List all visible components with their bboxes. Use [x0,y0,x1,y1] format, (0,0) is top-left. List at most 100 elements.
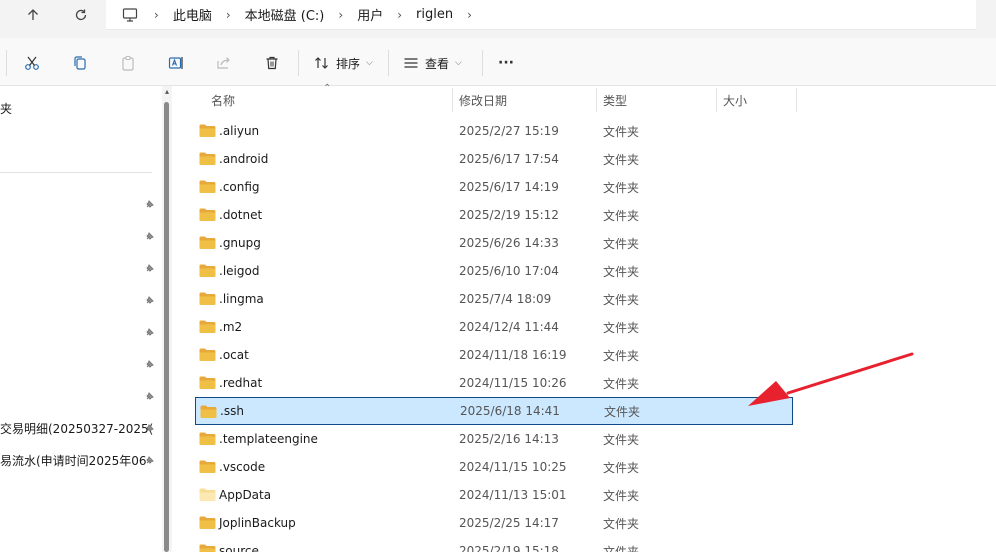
toolbar-divider [482,50,483,76]
column-header-modified[interactable]: 修改日期 [459,86,507,114]
file-type: 文件夹 [603,264,640,279]
column-divider[interactable] [716,88,717,112]
scrollbar-thumb[interactable] [164,102,169,552]
folder-icon [199,516,216,529]
folder-icon [199,348,216,361]
file-row[interactable]: AppData 2024/11/13 15:01 文件夹 [195,481,793,509]
file-modified-date: 2025/2/25 14:17 [459,516,559,530]
folder-icon [199,180,216,193]
sort-menu-button[interactable]: 排序 ⌵ [314,52,373,74]
folder-icon [199,544,216,552]
chevron-down-icon: ⌵ [455,58,462,68]
file-row[interactable]: .redhat 2024/11/15 10:26 文件夹 [195,369,793,397]
copy-icon[interactable] [69,52,91,74]
pin-icon[interactable] [144,294,156,306]
file-modified-date: 2025/2/19 15:12 [459,208,559,222]
file-name: AppData [219,488,272,502]
delete-icon[interactable] [261,52,283,74]
quick-access-item[interactable]: 交易明细(20250327-2025( [0,420,153,437]
file-row[interactable]: JoplinBackup 2025/2/25 14:17 文件夹 [195,509,793,537]
rename-icon[interactable] [165,52,187,74]
folder-icon [199,236,216,249]
file-name: source [219,544,259,552]
column-header-size[interactable]: 大小 [723,86,747,114]
pin-icon[interactable] [144,390,156,402]
view-icon [403,56,419,70]
column-divider[interactable] [796,88,797,112]
nav-pane-scrollbar[interactable]: ▴ [162,86,172,552]
navigation-pane: 夹 交易明细(20250327-2025( 易流水(申请时间2025年06 [0,86,160,552]
file-type: 文件夹 [603,208,640,223]
column-divider[interactable] [596,88,597,112]
scroll-up-arrow-icon[interactable]: ▴ [163,88,171,96]
paste-icon[interactable] [117,52,139,74]
folder-icon [199,376,216,389]
file-type: 文件夹 [603,460,640,475]
file-name: .templateengine [219,432,318,446]
pin-icon[interactable] [144,262,156,274]
file-row[interactable]: .vscode 2024/11/15 10:25 文件夹 [195,453,793,481]
toolbar-divider [388,50,389,76]
file-row[interactable]: .config 2025/6/17 14:19 文件夹 [195,173,793,201]
file-type: 文件夹 [603,488,640,503]
folder-icon [199,292,216,305]
sort-ascending-icon: ⌃ [323,83,332,94]
breadcrumb-this-pc[interactable]: 此电脑 [167,5,218,24]
file-modified-date: 2025/6/18 14:41 [460,404,560,418]
file-row[interactable]: .android 2025/6/17 17:54 文件夹 [195,145,793,173]
address-box[interactable]: › 此电脑 › 本地磁盘 (C:) › 用户 › riglen › [106,0,976,30]
pin-icon[interactable] [144,230,156,242]
file-name: .config [219,180,260,194]
quick-access-item[interactable]: 易流水(申请时间2025年06 [0,452,147,469]
sort-icon [314,56,330,70]
file-type: 文件夹 [603,152,640,167]
file-modified-date: 2024/11/15 10:25 [459,460,567,474]
more-options-icon[interactable]: ··· [495,52,517,74]
chevron-right-icon: › [225,7,231,22]
folder-icon [199,488,216,501]
pin-icon[interactable] [144,422,156,434]
view-menu-button[interactable]: 查看 ⌵ [403,52,462,74]
pin-icon[interactable] [144,326,156,338]
column-header-name[interactable]: 名称 [211,86,235,114]
file-row[interactable]: .gnupg 2025/6/26 14:33 文件夹 [195,229,793,257]
breadcrumb-user-folder[interactable]: riglen [410,7,459,22]
pin-icon[interactable] [144,358,156,370]
file-row[interactable]: .ssh 2025/6/18 14:41 文件夹 [195,397,793,425]
file-row[interactable]: .templateengine 2025/2/16 14:13 文件夹 [195,425,793,453]
breadcrumb-users[interactable]: 用户 [351,5,389,24]
sort-label: 排序 [336,56,361,71]
pin-icon[interactable] [144,454,156,466]
file-row[interactable]: .aliyun 2025/2/27 15:19 文件夹 [195,117,793,145]
file-name: .android [219,152,269,166]
file-type: 文件夹 [603,376,640,391]
file-name: .ocat [219,348,249,362]
file-row[interactable]: .m2 2024/12/4 11:44 文件夹 [195,313,793,341]
file-row[interactable]: .leigod 2025/6/10 17:04 文件夹 [195,257,793,285]
file-name: .leigod [219,264,260,278]
file-modified-date: 2025/6/17 17:54 [459,152,559,166]
file-row[interactable]: .dotnet 2025/2/19 15:12 文件夹 [195,201,793,229]
share-icon[interactable] [213,52,235,74]
file-row[interactable]: .lingma 2025/7/4 18:09 文件夹 [195,285,793,313]
column-header-type[interactable]: 类型 [603,86,627,114]
refresh-icon[interactable] [66,4,96,26]
file-name: .vscode [219,460,266,474]
file-row[interactable]: .ocat 2024/11/18 16:19 文件夹 [195,341,793,369]
address-bar-row: › 此电脑 › 本地磁盘 (C:) › 用户 › riglen › [0,0,996,38]
breadcrumb-local-disk[interactable]: 本地磁盘 (C:) [239,5,331,24]
pin-icon[interactable] [144,198,156,210]
file-row[interactable]: source 2025/2/19 15:18 文件夹 [195,537,793,552]
file-modified-date: 2024/11/15 10:26 [459,376,567,390]
file-modified-date: 2025/6/17 14:19 [459,180,559,194]
toolbar-divider [298,50,299,76]
folder-icon [199,264,216,277]
file-modified-date: 2024/12/4 11:44 [459,320,559,334]
cut-icon[interactable] [21,52,43,74]
up-arrow-icon[interactable] [18,4,48,26]
column-divider[interactable] [452,88,453,112]
toolbar-divider [6,50,7,76]
file-type: 文件夹 [603,544,640,552]
file-modified-date: 2025/6/26 14:33 [459,236,559,250]
nav-item-label[interactable]: 夹 [0,100,12,117]
